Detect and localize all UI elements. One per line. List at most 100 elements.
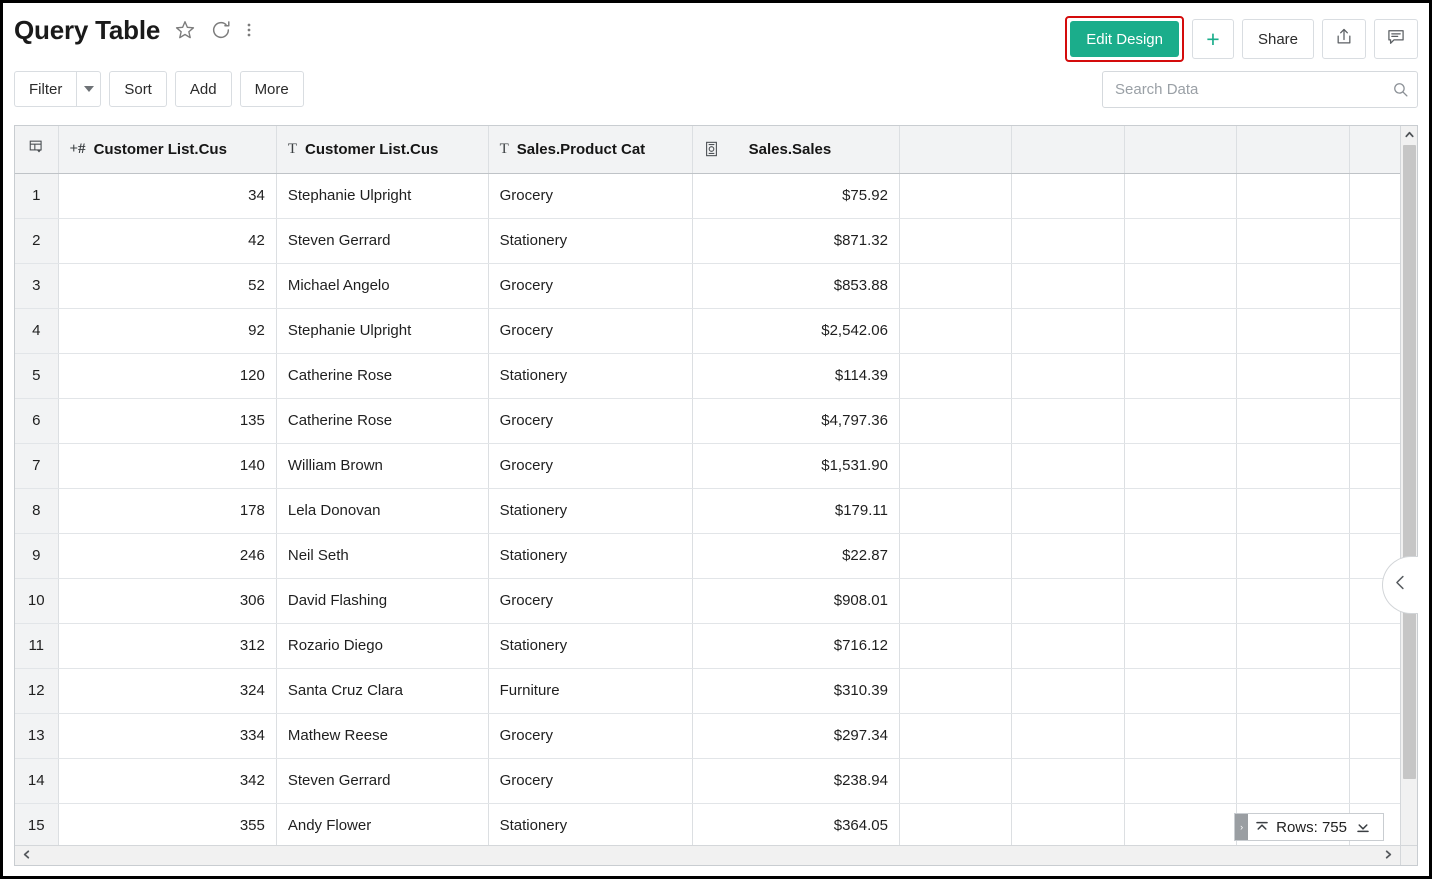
table-row[interactable]: 6135Catherine RoseGrocery$4,797.36 [15,398,1400,443]
cell-sales[interactable]: $908.01 [692,578,899,623]
table-row[interactable]: 5120Catherine RoseStationery$114.39 [15,353,1400,398]
cell-customer-name[interactable]: Neil Seth [276,533,488,578]
row-number-cell[interactable]: 7 [15,443,58,488]
cell-empty[interactable] [899,218,1011,263]
cell-empty[interactable] [1349,308,1400,353]
cell-empty[interactable] [1237,173,1349,218]
cell-sales[interactable]: $871.32 [692,218,899,263]
cell-empty[interactable] [899,623,1011,668]
cell-customer-name[interactable]: Catherine Rose [276,353,488,398]
cell-empty[interactable] [1012,353,1124,398]
cell-customer-name[interactable]: Santa Cruz Clara [276,668,488,713]
cell-empty[interactable] [1237,758,1349,803]
column-header-customer-id[interactable]: +# Customer List.Cus [58,126,276,173]
cell-empty[interactable] [1124,488,1236,533]
cell-empty[interactable] [1012,578,1124,623]
cell-customer-id[interactable]: 135 [58,398,276,443]
cell-sales[interactable]: $114.39 [692,353,899,398]
cell-empty[interactable] [899,668,1011,713]
export-button[interactable] [1322,19,1366,59]
cell-sales[interactable]: $1,531.90 [692,443,899,488]
table-row[interactable]: 13334Mathew ReeseGrocery$297.34 [15,713,1400,758]
cell-sales[interactable]: $364.05 [692,803,899,845]
cell-empty[interactable] [1349,758,1400,803]
cell-product-category[interactable]: Stationery [488,218,692,263]
scroll-left-button[interactable] [21,847,32,865]
empty-column-header[interactable] [1237,126,1349,173]
cell-empty[interactable] [1124,353,1236,398]
search-box[interactable] [1102,71,1418,108]
cell-empty[interactable] [899,488,1011,533]
cell-empty[interactable] [1349,398,1400,443]
cell-product-category[interactable]: Stationery [488,533,692,578]
cell-customer-id[interactable]: 42 [58,218,276,263]
cell-empty[interactable] [1237,398,1349,443]
cell-empty[interactable] [899,173,1011,218]
cell-customer-name[interactable]: David Flashing [276,578,488,623]
cell-empty[interactable] [1124,218,1236,263]
cell-product-category[interactable]: Grocery [488,398,692,443]
cell-empty[interactable] [899,758,1011,803]
cell-empty[interactable] [1124,173,1236,218]
scroll-up-button[interactable] [1401,126,1417,143]
sort-button[interactable]: Sort [109,71,167,107]
cell-empty[interactable] [1237,623,1349,668]
cell-empty[interactable] [1349,263,1400,308]
cell-empty[interactable] [1124,578,1236,623]
add-button[interactable]: + [1192,19,1234,59]
cell-empty[interactable] [1012,173,1124,218]
more-button[interactable]: More [240,71,304,107]
cell-sales[interactable]: $75.92 [692,173,899,218]
cell-empty[interactable] [1124,803,1236,845]
filter-dropdown-button[interactable] [76,71,101,107]
row-number-cell[interactable]: 9 [15,533,58,578]
cell-sales[interactable]: $238.94 [692,758,899,803]
cell-empty[interactable] [899,263,1011,308]
cell-empty[interactable] [1124,758,1236,803]
cell-product-category[interactable]: Grocery [488,713,692,758]
cell-customer-name[interactable]: Stephanie Ulpright [276,173,488,218]
cell-customer-id[interactable]: 120 [58,353,276,398]
cell-empty[interactable] [1237,308,1349,353]
table-row[interactable]: 14342Steven GerrardGrocery$238.94 [15,758,1400,803]
cell-customer-id[interactable]: 342 [58,758,276,803]
cell-empty[interactable] [1012,308,1124,353]
cell-sales[interactable]: $853.88 [692,263,899,308]
cell-empty[interactable] [1012,488,1124,533]
cell-sales[interactable]: $2,542.06 [692,308,899,353]
cell-empty[interactable] [1012,443,1124,488]
row-number-cell[interactable]: 5 [15,353,58,398]
row-number-cell[interactable]: 6 [15,398,58,443]
cell-sales[interactable]: $716.12 [692,623,899,668]
column-header-customer-name[interactable]: T Customer List.Cus [276,126,488,173]
cell-empty[interactable] [1124,623,1236,668]
table-row[interactable]: 12324Santa Cruz ClaraFurniture$310.39 [15,668,1400,713]
cell-empty[interactable] [1349,218,1400,263]
cell-empty[interactable] [1349,713,1400,758]
row-number-cell[interactable]: 2 [15,218,58,263]
cell-product-category[interactable]: Furniture [488,668,692,713]
cell-sales[interactable]: $297.34 [692,713,899,758]
row-number-cell[interactable]: 14 [15,758,58,803]
cell-empty[interactable] [899,443,1011,488]
cell-empty[interactable] [1237,443,1349,488]
cell-empty[interactable] [1237,533,1349,578]
cell-empty[interactable] [1237,263,1349,308]
cell-customer-id[interactable]: 92 [58,308,276,353]
cell-empty[interactable] [1237,353,1349,398]
row-number-cell[interactable]: 8 [15,488,58,533]
expand-down-icon[interactable] [1349,820,1377,834]
cell-customer-id[interactable]: 334 [58,713,276,758]
empty-column-header[interactable] [1012,126,1124,173]
cell-product-category[interactable]: Stationery [488,488,692,533]
search-icon[interactable] [1383,81,1417,98]
comment-button[interactable] [1374,19,1418,59]
cell-empty[interactable] [1012,218,1124,263]
cell-product-category[interactable]: Grocery [488,578,692,623]
favorite-star-icon[interactable] [174,19,196,41]
cell-customer-id[interactable]: 355 [58,803,276,845]
cell-empty[interactable] [1012,713,1124,758]
cell-empty[interactable] [1237,668,1349,713]
cell-empty[interactable] [1349,668,1400,713]
cell-empty[interactable] [1349,443,1400,488]
